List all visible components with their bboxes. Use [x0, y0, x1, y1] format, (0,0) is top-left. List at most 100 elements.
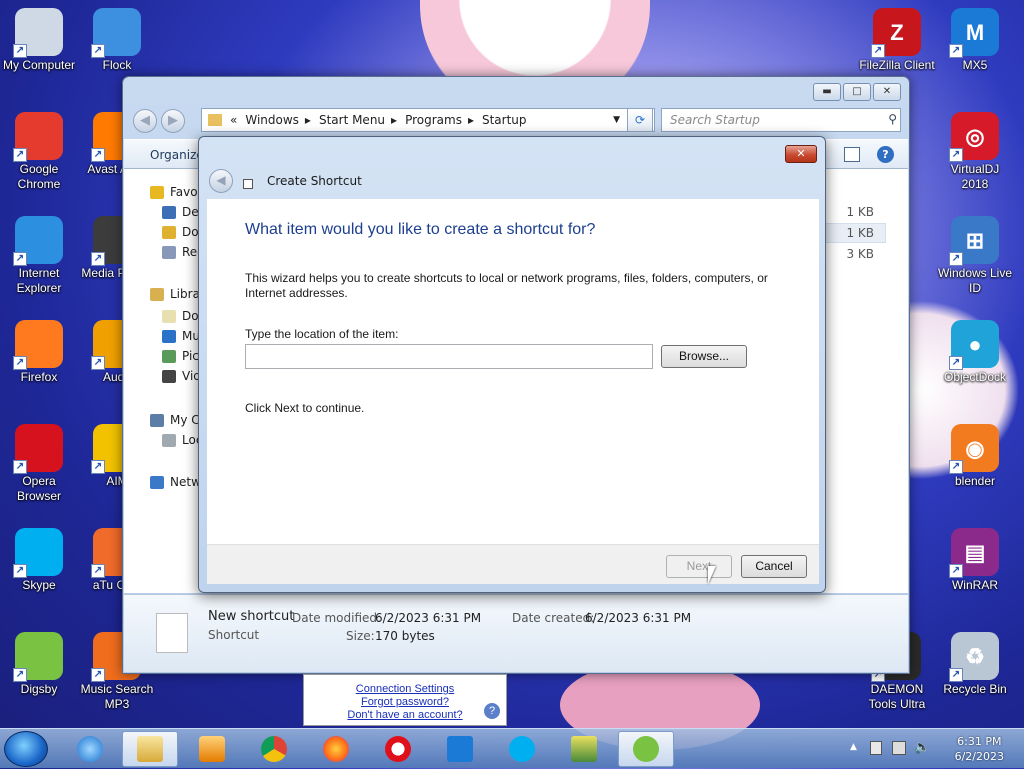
- nav-item[interactable]: Pic: [162, 349, 199, 363]
- nav-item[interactable]: Netw: [150, 475, 201, 489]
- ie-icon: [77, 736, 103, 762]
- desktop-icon-winrar[interactable]: ▤ ↗ WinRAR: [936, 528, 1014, 593]
- desktop-icon-label: VirtualDJ 2018: [950, 162, 1000, 191]
- objectdock-icon: ● ↗: [949, 320, 999, 370]
- organize-button[interactable]: Organize: [150, 148, 204, 162]
- cancel-button[interactable]: Cancel: [741, 555, 807, 578]
- desktop-icon-chrome[interactable]: ↗ Google Chrome: [0, 112, 78, 192]
- nav-item[interactable]: Favor: [150, 185, 203, 199]
- star-icon: [150, 185, 164, 199]
- desktop-icon-computer[interactable]: ↗ My Computer: [0, 8, 78, 73]
- help-icon[interactable]: ?: [877, 146, 894, 163]
- shortcut-arrow-icon: ↗: [13, 148, 27, 162]
- close-button[interactable]: ✕: [873, 83, 901, 101]
- nav-item[interactable]: Vid: [162, 369, 201, 383]
- desktop-icon-objectdock[interactable]: ● ↗ ObjectDock: [936, 320, 1014, 385]
- flag-icon[interactable]: [870, 741, 882, 755]
- desktop-icon-virtualdj[interactable]: ◎ ↗ VirtualDJ 2018: [936, 112, 1014, 192]
- size-value: 170 bytes: [375, 629, 435, 643]
- nav-item-label: Libra: [170, 287, 200, 301]
- breadcrumb-start-menu[interactable]: Start Menu: [319, 113, 385, 127]
- taskbar-digsby[interactable]: [618, 731, 674, 767]
- taskbar-mx5[interactable]: [432, 731, 488, 767]
- taskbar-firefox[interactable]: [308, 731, 364, 767]
- desktop-icon-flock[interactable]: ↗ Flock: [78, 8, 156, 73]
- browse-button[interactable]: Browse...: [661, 345, 747, 368]
- desktop-icon-blender[interactable]: ◉ ↗ blender: [936, 424, 1014, 489]
- size-label: Size:: [346, 629, 375, 643]
- breadcrumb-startup[interactable]: Startup: [482, 113, 527, 127]
- desktop-icon-recycle-bin[interactable]: ♻ ↗ Recycle Bin: [936, 632, 1014, 697]
- taskbar-explorer[interactable]: [122, 731, 178, 767]
- nav-buttons: ◀ ▶: [133, 108, 187, 134]
- dialog-close-button[interactable]: ✕: [785, 145, 817, 163]
- nav-item[interactable]: My C: [150, 413, 200, 427]
- desktop-icon-opera[interactable]: ↗ Opera Browser: [0, 424, 78, 504]
- desktop-icon-firefox[interactable]: ↗ Firefox: [0, 320, 78, 385]
- address-bar[interactable]: « Windows ▸ Start Menu ▸ Programs ▸ Star…: [201, 108, 655, 132]
- filezilla-icon: Z ↗: [871, 8, 921, 58]
- desktop-icon-windows-live[interactable]: ⊞ ↗ Windows Live ID: [936, 216, 1014, 296]
- shortcut-arrow-icon: ↗: [949, 356, 963, 370]
- taskbar-opera[interactable]: [370, 731, 426, 767]
- dialog-body: What item would you like to create a sho…: [207, 199, 819, 544]
- desktop-icon-label: Windows Live ID: [937, 266, 1013, 295]
- desktop-icon-skype[interactable]: ↗ Skype: [0, 528, 78, 593]
- location-input[interactable]: [245, 344, 653, 369]
- taskbar-skype[interactable]: [494, 731, 550, 767]
- shortcut-arrow-icon: ↗: [91, 668, 105, 682]
- nav-item[interactable]: Mu: [162, 329, 200, 343]
- search-icon[interactable]: ⚲: [888, 112, 897, 126]
- breadcrumb-windows[interactable]: Windows: [245, 113, 299, 127]
- maximize-button[interactable]: □: [843, 83, 871, 101]
- forgot-password-link[interactable]: Forgot password?: [304, 696, 506, 709]
- shortcut-arrow-icon: ↗: [91, 148, 105, 162]
- create-shortcut-dialog[interactable]: ✕ ◀ Create Shortcut What item would you …: [198, 136, 826, 593]
- desktop-icon-label: Skype: [22, 578, 56, 592]
- nav-item[interactable]: Libra: [150, 287, 200, 301]
- breadcrumb-overflow[interactable]: «: [230, 113, 237, 127]
- desktop-icon-mx5[interactable]: M ↗ MX5: [936, 8, 1014, 73]
- location-label: Type the location of the item:: [245, 327, 399, 341]
- recycle-bin-icon: ♻ ↗: [949, 632, 999, 682]
- nav-item[interactable]: Loc: [162, 433, 202, 447]
- chrome-icon: [261, 736, 287, 762]
- address-dropdown-icon[interactable]: ▼: [613, 115, 620, 125]
- network-icon[interactable]: [892, 741, 906, 755]
- help-icon[interactable]: ?: [484, 703, 500, 719]
- windows-live-icon: ⊞ ↗: [949, 216, 999, 266]
- preview-pane-icon[interactable]: [844, 147, 860, 162]
- next-button[interactable]: Next: [666, 555, 732, 578]
- taskbar-task-app[interactable]: [556, 731, 612, 767]
- desktop-icon-digsby[interactable]: ↗ Digsby: [0, 632, 78, 697]
- system-tray: ▲ 🔈 6:31 PM 6/2/2023: [844, 729, 1024, 769]
- mx5-icon: M ↗: [949, 8, 999, 58]
- connection-settings-link[interactable]: Connection Settings: [304, 683, 506, 696]
- wizard-back-button[interactable]: ◀: [209, 169, 233, 193]
- search-input[interactable]: Search Startup: [661, 108, 901, 132]
- file-name: New shortcut: [208, 609, 295, 624]
- computer-icon: ↗: [13, 8, 63, 58]
- clock-date: 6/2/2023: [954, 750, 1004, 763]
- mouse-cursor: [708, 566, 716, 584]
- desktop-icon-filezilla[interactable]: Z ↗ FileZilla Client: [858, 8, 936, 73]
- desktop-icon-label: FileZilla Client: [859, 58, 935, 72]
- show-hidden-icons[interactable]: ▲: [850, 742, 857, 752]
- forward-button[interactable]: ▶: [161, 109, 185, 133]
- ie-icon: ↗: [13, 216, 63, 266]
- taskbar-ie[interactable]: [62, 731, 118, 767]
- clock[interactable]: 6:31 PM 6/2/2023: [955, 734, 1004, 764]
- navigation-bar: ◀ ▶ « Windows ▸ Start Menu ▸ Programs ▸ …: [131, 107, 901, 135]
- minimize-button[interactable]: ▬: [813, 83, 841, 101]
- refresh-button[interactable]: ⟳: [627, 108, 653, 132]
- checklist-icon: [571, 736, 597, 762]
- start-button[interactable]: [4, 731, 48, 767]
- taskbar-chrome[interactable]: [246, 731, 302, 767]
- desktop-icon-ie[interactable]: ↗ Internet Explorer: [0, 216, 78, 296]
- volume-muted-icon[interactable]: 🔈: [914, 740, 930, 755]
- back-button[interactable]: ◀: [133, 109, 157, 133]
- flock-icon: ↗: [91, 8, 141, 58]
- create-account-link[interactable]: Don't have an account?: [304, 709, 506, 722]
- breadcrumb-programs[interactable]: Programs: [405, 113, 462, 127]
- taskbar-media-player[interactable]: [184, 731, 240, 767]
